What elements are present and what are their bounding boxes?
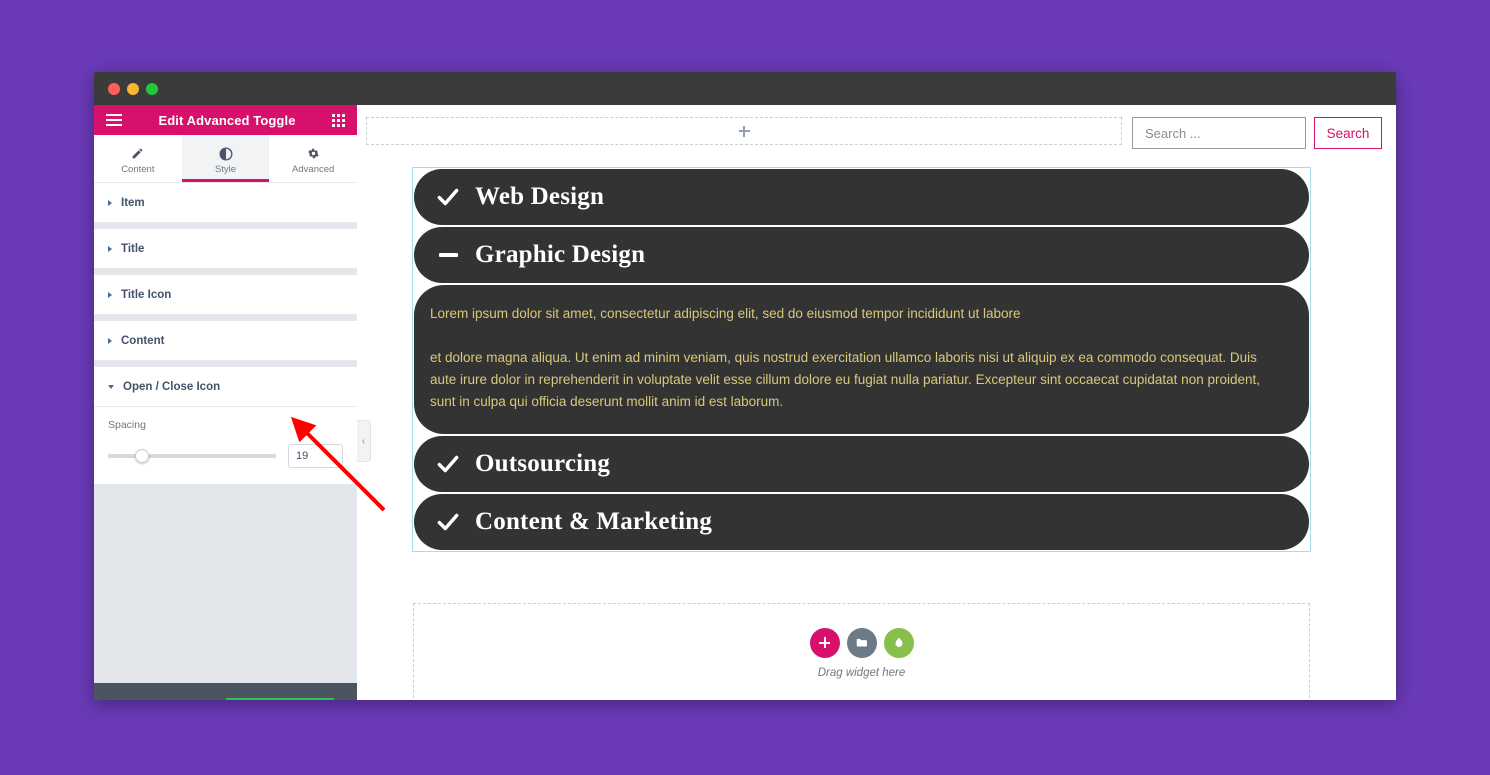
check-icon bbox=[430, 184, 466, 210]
spacing-slider-thumb[interactable] bbox=[134, 449, 149, 463]
hamburger-icon[interactable] bbox=[106, 114, 122, 126]
toggle-header-outsourcing[interactable]: Outsourcing bbox=[414, 436, 1309, 493]
toggle-item: Outsourcing bbox=[414, 436, 1309, 493]
toggle-title: Graphic Design bbox=[475, 241, 646, 268]
caret-down-icon bbox=[108, 384, 114, 389]
plus-icon bbox=[738, 125, 750, 137]
panel-title: Edit Advanced Toggle bbox=[158, 112, 296, 128]
panel-header: Edit Advanced Toggle bbox=[94, 105, 357, 135]
caret-right-icon bbox=[108, 291, 112, 298]
section-content-label: Content bbox=[121, 334, 165, 347]
folder-icon bbox=[856, 638, 867, 647]
toggle-header-graphic-design[interactable]: Graphic Design bbox=[414, 227, 1309, 283]
section-open-close-icon[interactable]: Open / Close Icon bbox=[94, 367, 357, 407]
annotation-arrow-icon bbox=[290, 416, 386, 512]
screen: Edit Advanced Toggle Content Style Advan… bbox=[0, 0, 1490, 775]
window-titlebar bbox=[94, 72, 1396, 105]
check-icon bbox=[430, 509, 466, 535]
caret-right-icon bbox=[108, 337, 112, 344]
section-open-close-icon-label: Open / Close Icon bbox=[123, 380, 221, 393]
section-title-icon[interactable]: Title Icon bbox=[94, 275, 357, 315]
search-widget: Search bbox=[1132, 117, 1382, 149]
plus-icon bbox=[819, 637, 830, 649]
check-icon bbox=[430, 451, 466, 477]
section-item[interactable]: Item bbox=[94, 183, 357, 223]
tab-advanced-label: Advanced bbox=[292, 164, 335, 175]
toggle-header-content-marketing[interactable]: Content & Marketing bbox=[414, 494, 1309, 551]
section-title-icon-label: Title Icon bbox=[121, 288, 172, 301]
canvas-topbar: Search bbox=[357, 105, 1396, 149]
window-body: Edit Advanced Toggle Content Style Advan… bbox=[94, 105, 1396, 700]
search-input[interactable] bbox=[1132, 117, 1306, 149]
grid-apps-icon[interactable] bbox=[331, 113, 345, 127]
section-item-label: Item bbox=[121, 196, 145, 209]
minus-icon bbox=[430, 253, 466, 257]
toggle-title: Web Design bbox=[475, 183, 605, 210]
tab-style-label: Style bbox=[214, 164, 237, 175]
advanced-toggle-widget[interactable]: Web Design Graphic Design Lorem ipsum do… bbox=[412, 166, 1311, 553]
tab-style[interactable]: Style bbox=[181, 135, 270, 182]
toggle-header-web-design[interactable]: Web Design bbox=[414, 169, 1309, 225]
drop-area-label: Drag widget here bbox=[817, 666, 906, 679]
browser-window: Edit Advanced Toggle Content Style Advan… bbox=[94, 72, 1396, 700]
section-title[interactable]: Title bbox=[94, 229, 357, 269]
tab-advanced[interactable]: Advanced bbox=[269, 135, 357, 182]
panel-footer bbox=[94, 683, 357, 700]
tab-content-label: Content bbox=[121, 164, 155, 175]
toggle-paragraph: et dolore magna aliqua. Ut enim ad minim… bbox=[430, 349, 1260, 409]
toggle-panel-graphic-design: Lorem ipsum dolor sit amet, consectetur … bbox=[414, 285, 1309, 435]
add-new-section-button[interactable] bbox=[366, 117, 1122, 145]
add-template-button[interactable] bbox=[846, 627, 877, 658]
editor-canvas: Search Web Design bbox=[357, 105, 1396, 700]
toggle-item: Graphic Design Lorem ipsum dolor sit ame… bbox=[414, 227, 1309, 435]
panel-progress-strip bbox=[225, 698, 334, 700]
caret-right-icon bbox=[108, 199, 112, 206]
maximize-window-button[interactable] bbox=[146, 82, 158, 95]
panel-tabs: Content Style Advanced bbox=[94, 135, 357, 183]
section-content[interactable]: Content bbox=[94, 321, 357, 361]
toggle-title: Content & Marketing bbox=[475, 508, 713, 536]
elementor-panel: Edit Advanced Toggle Content Style Advan… bbox=[94, 105, 357, 700]
spacing-slider[interactable] bbox=[108, 449, 276, 463]
toggle-paragraph: Lorem ipsum dolor sit amet, consectetur … bbox=[430, 306, 1021, 321]
gear-icon bbox=[307, 146, 320, 161]
toggle-item: Content & Marketing bbox=[414, 494, 1309, 551]
caret-right-icon bbox=[108, 245, 112, 252]
minimize-window-button[interactable] bbox=[127, 82, 139, 95]
drop-action-buttons bbox=[809, 627, 914, 658]
toggle-item: Web Design bbox=[414, 169, 1309, 225]
section-title-label: Title bbox=[121, 242, 145, 255]
search-button[interactable]: Search bbox=[1314, 117, 1382, 149]
pencil-icon bbox=[131, 146, 144, 161]
close-window-button[interactable] bbox=[108, 82, 120, 95]
contrast-half-circle-icon bbox=[219, 146, 233, 161]
add-widget-button[interactable] bbox=[809, 627, 840, 658]
tab-content[interactable]: Content bbox=[94, 135, 182, 182]
leaf-icon bbox=[895, 637, 902, 648]
widget-drop-section[interactable]: Drag widget here bbox=[413, 603, 1310, 700]
add-envato-block-button[interactable] bbox=[883, 627, 914, 658]
toggle-title: Outsourcing bbox=[475, 450, 611, 478]
